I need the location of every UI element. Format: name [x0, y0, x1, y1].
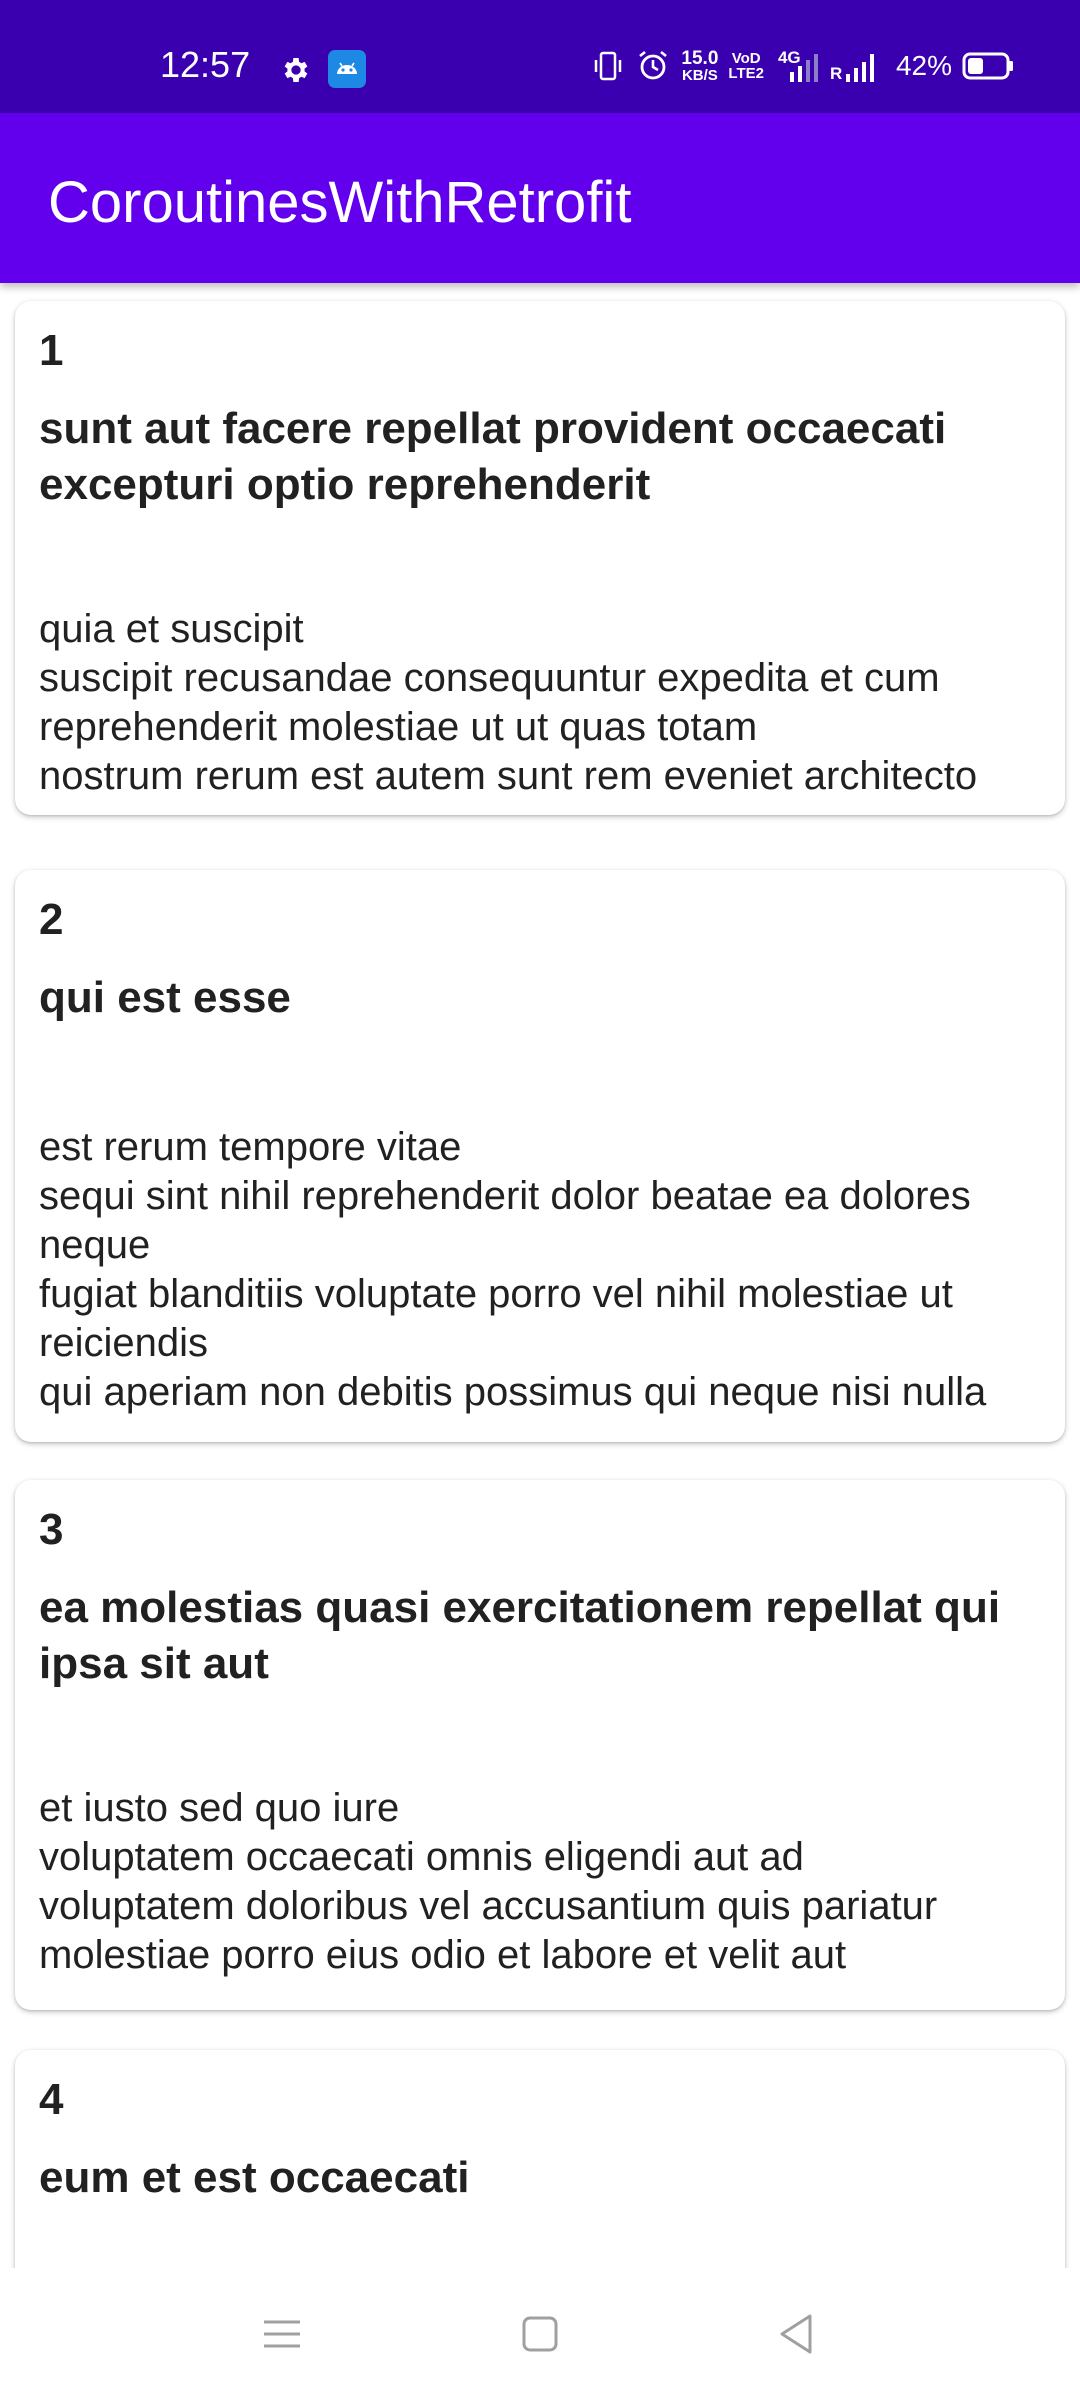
post-id: 1 — [39, 326, 64, 375]
post-id: 2 — [39, 895, 64, 944]
android-debug-icon — [328, 50, 366, 88]
post-body: quia et suscipit suscipit recusandae con… — [39, 607, 978, 798]
network-type-indicator: 4G — [774, 46, 818, 86]
post-card[interactable]: 4 eum et est occaecati — [15, 2050, 1065, 2268]
post-title: qui est esse — [39, 973, 291, 1022]
status-icons: 15.0 KB/S VoD LTE2 4G R 42% — [591, 46, 1014, 86]
navigation-bar — [0, 2268, 1080, 2400]
vibrate-icon — [595, 51, 622, 81]
signal-icon — [789, 54, 818, 82]
status-bar: 12:57 15.0 KB/S VoD LTE2 4G R 42% — [0, 0, 1080, 113]
post-card[interactable]: 1 sunt aut facere repellat provident occ… — [15, 301, 1065, 815]
status-time: 12:57 — [160, 44, 251, 85]
post-body: est rerum tempore vitae sequi sint nihil… — [39, 1125, 987, 1414]
back-triangle-icon[interactable] — [770, 2308, 822, 2360]
volte-indicator: VoD LTE2 — [728, 51, 764, 81]
post-title: eum et est occaecati — [39, 2153, 470, 2202]
post-card[interactable]: 2 qui est esse est rerum tempore vitae s… — [15, 870, 1065, 1442]
volte-top: VoD — [731, 50, 761, 67]
post-id: 4 — [39, 2075, 64, 2124]
app-title: CoroutinesWithRetrofit — [48, 170, 632, 235]
home-square-icon[interactable] — [514, 2308, 566, 2360]
network-speed-unit: KB/S — [681, 67, 718, 84]
signal-strength-indicator: R — [828, 46, 878, 86]
alarm-icon — [639, 50, 668, 80]
network-speed: 15.0 KB/S — [681, 49, 718, 83]
volte-bottom: LTE2 — [728, 65, 764, 82]
post-title: ea molestias quasi exercitationem repell… — [39, 1583, 1001, 1688]
app-bar: CoroutinesWithRetrofit — [0, 113, 1080, 283]
post-title: sunt aut facere repellat provident occae… — [39, 404, 947, 509]
post-id: 3 — [39, 1505, 64, 1554]
post-list[interactable]: 1 sunt aut facere repellat provident occ… — [0, 283, 1080, 2268]
network-speed-value: 15.0 — [681, 48, 719, 69]
post-card[interactable]: 3 ea molestias quasi exercitationem repe… — [15, 1480, 1065, 2010]
battery-percent: 42% — [895, 50, 952, 81]
battery-icon — [962, 52, 1013, 80]
menu-icon[interactable] — [256, 2308, 308, 2360]
cell-signal-icon — [845, 54, 874, 82]
post-body: et iusto sed quo iure voluptatem occaeca… — [39, 1786, 938, 1977]
gear-icon — [284, 58, 308, 82]
